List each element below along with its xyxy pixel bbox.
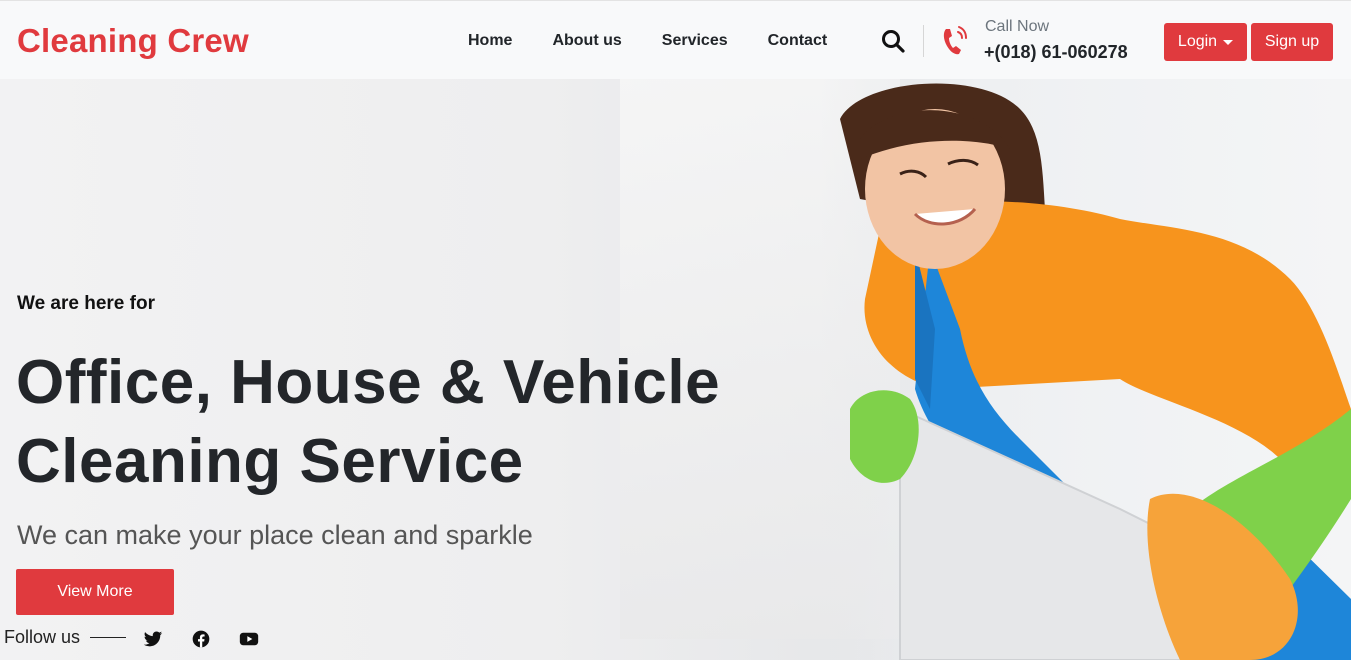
nav-about[interactable]: About us <box>552 32 621 50</box>
phone-ringing-icon <box>943 26 967 55</box>
navbar: Cleaning Crew Home About us Services Con… <box>0 0 1351 79</box>
hero-subtitle: We can make your place clean and sparkle <box>17 520 533 550</box>
nav-divider <box>923 25 924 57</box>
follow-us: Follow us <box>4 627 127 648</box>
follow-divider-line <box>90 637 127 638</box>
cleaner-woman-image <box>820 79 1351 660</box>
signup-button[interactable]: Sign up <box>1251 23 1333 61</box>
nav-home[interactable]: Home <box>468 32 512 50</box>
twitter-icon[interactable] <box>143 629 163 649</box>
follow-us-label: Follow us <box>4 627 81 647</box>
nav-contact[interactable]: Contact <box>768 32 828 50</box>
view-more-button[interactable]: View More <box>16 569 174 615</box>
call-number[interactable]: +(018) 61-060278 <box>984 42 1128 63</box>
hero-title: Office, House & Vehicle Cleaning Service <box>16 343 796 501</box>
hero-title-line2: Cleaning Service <box>16 427 524 496</box>
hero-kicker: We are here for <box>17 293 155 314</box>
call-now-label: Call Now <box>985 18 1050 35</box>
login-label: Login <box>1177 33 1218 50</box>
facebook-icon[interactable] <box>191 629 211 649</box>
login-dropdown-button[interactable]: Login <box>1164 23 1247 61</box>
brand-logo[interactable]: Cleaning Crew <box>17 22 249 60</box>
caret-down-icon <box>1223 39 1234 45</box>
hero-title-line1: Office, House & Vehicle <box>16 348 721 417</box>
search-icon[interactable] <box>880 28 906 54</box>
nav-services[interactable]: Services <box>662 32 728 50</box>
main-nav: Home About us Services Contact <box>468 32 867 50</box>
hero-section: We are here for Office, House & Vehicle … <box>0 79 1351 660</box>
youtube-icon[interactable] <box>238 629 260 649</box>
